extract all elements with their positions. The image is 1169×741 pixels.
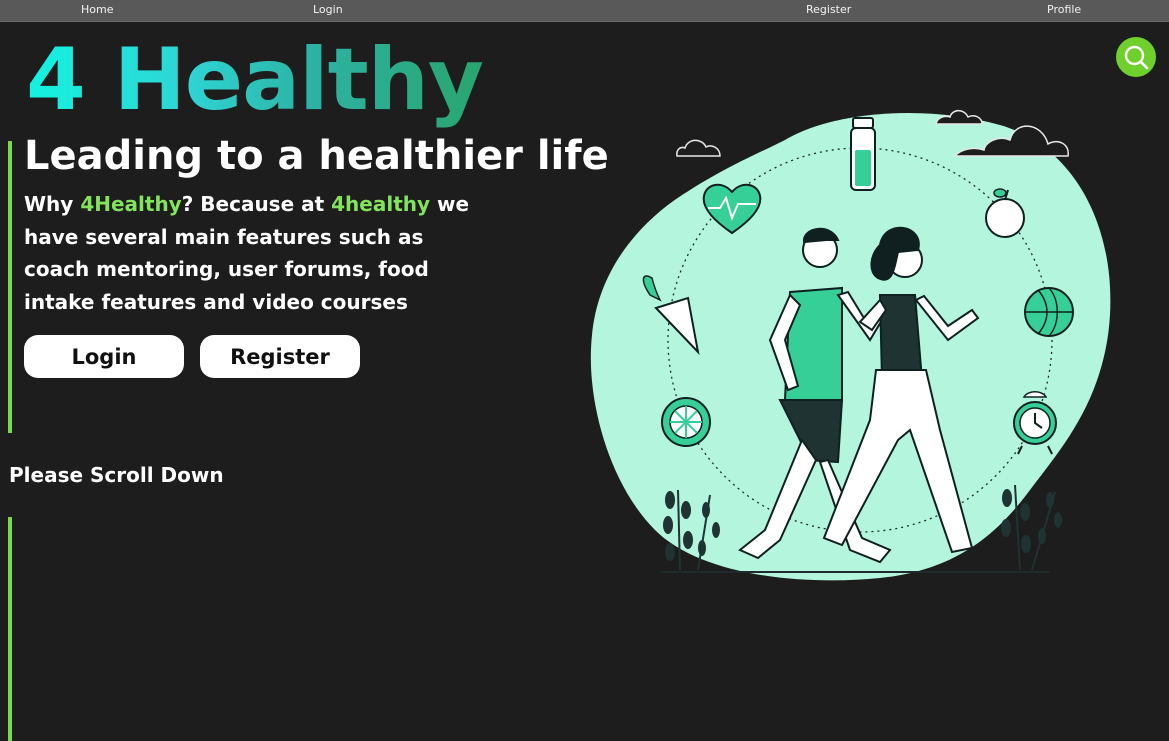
desc-brand-1: 4Healthy [80, 192, 182, 216]
page: Home Login Register Profile 4 Healthy Le… [0, 0, 1169, 741]
search-button[interactable] [1116, 37, 1156, 77]
nav-home-link[interactable]: Home [81, 3, 113, 17]
brand-logo: 4 Healthy [26, 30, 484, 130]
desc-brand-2: 4healthy [331, 192, 431, 216]
hero-description: Why 4Healthy? Because at 4healthy we hav… [24, 188, 474, 318]
nav-profile-link[interactable]: Profile [1047, 3, 1081, 17]
accent-bar-bottom [8, 517, 12, 741]
register-button[interactable]: Register [200, 335, 360, 378]
login-button[interactable]: Login [24, 335, 184, 378]
accent-bar-top [8, 141, 12, 433]
basketball-icon [1024, 287, 1074, 337]
orange-slice-icon [661, 397, 711, 447]
nav-login-link[interactable]: Login [313, 3, 343, 17]
water-bottle-icon [850, 117, 876, 191]
nav-register-link[interactable]: Register [806, 3, 851, 17]
hero-headline: Leading to a healthier life [24, 133, 609, 179]
scroll-hint: Please Scroll Down [9, 463, 224, 487]
desc-text-2: ? Because at [181, 192, 332, 216]
desc-text-1: Why [24, 192, 81, 216]
top-nav: Home Login Register Profile [0, 0, 1169, 22]
search-icon [1124, 45, 1149, 70]
couple-walking-illustration [590, 109, 1111, 581]
